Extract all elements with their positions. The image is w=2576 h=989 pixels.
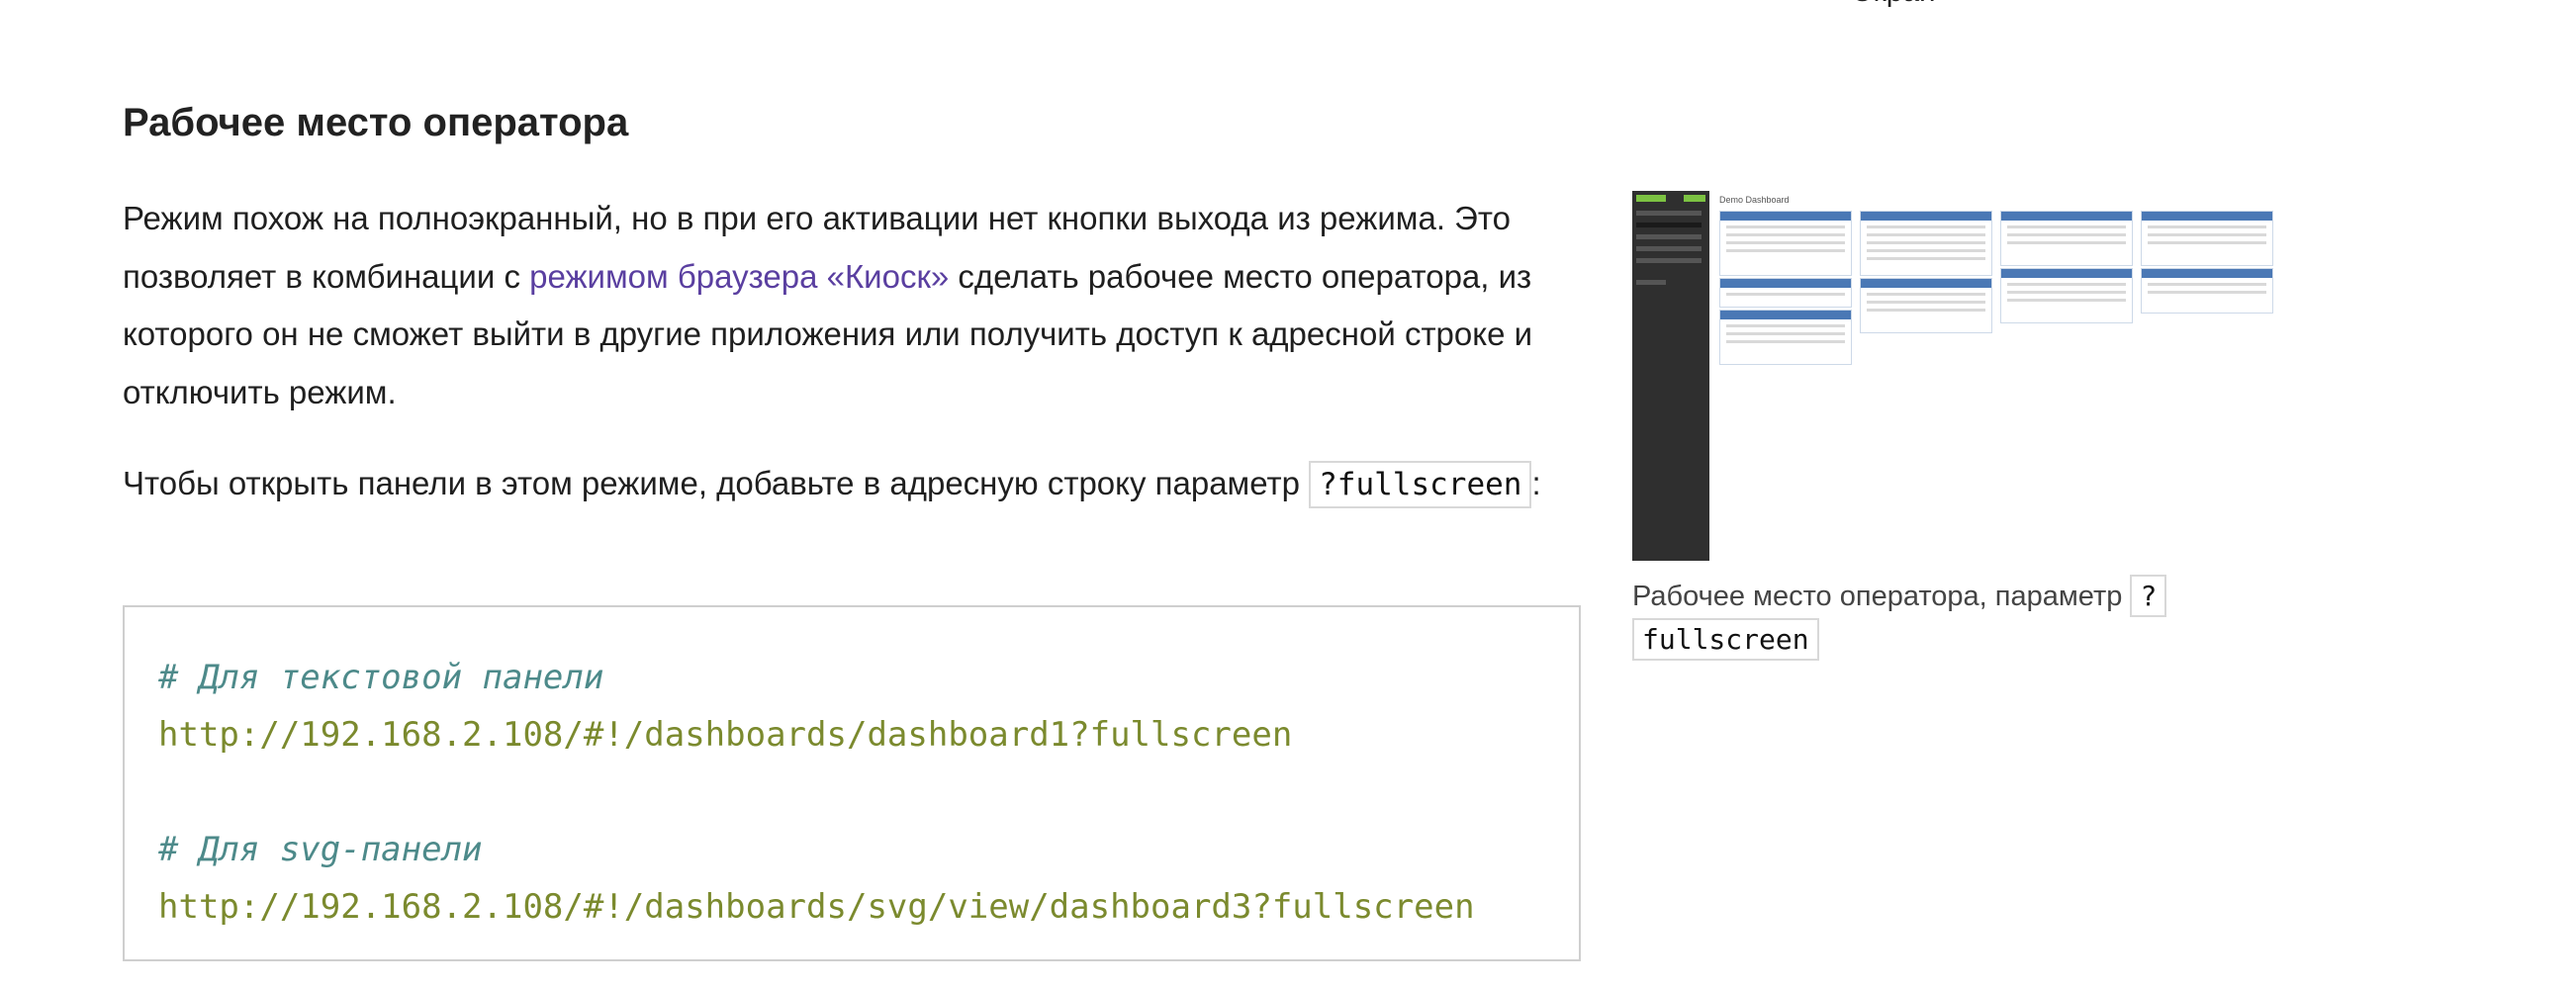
previous-caption-fragment: Экран	[1852, 0, 1936, 12]
thumbnail-panel	[1719, 278, 1852, 308]
thumbnail-nav-item	[1636, 280, 1666, 285]
thumbnail-panel	[1860, 278, 1992, 333]
thumbnail-panel	[2000, 211, 2133, 266]
thumbnail-panel	[1860, 211, 1992, 276]
thumbnail-nav-item	[1636, 246, 1702, 251]
thumbnail-panel	[1719, 310, 1852, 365]
caption-text: Рабочее место оператора, параметр	[1632, 581, 2131, 612]
code-block[interactable]: # Для текстовой панели http://192.168.2.…	[123, 605, 1581, 961]
operator-workstation-figure: Demo Dashboard Рабочее место оператора, …	[1632, 191, 2275, 662]
fullscreen-param-code: ?fullscreen	[1309, 461, 1532, 508]
thumbnail-logo-badge	[1684, 195, 1705, 202]
thumbnail-logo	[1636, 195, 1666, 202]
figure-caption: Рабочее место оператора, параметр ?fulls…	[1632, 575, 2226, 662]
thumbnail-panel	[1719, 211, 1852, 276]
instruction-suffix: :	[1531, 465, 1541, 501]
thumbnail-nav-item	[1636, 211, 1702, 216]
kiosk-mode-link[interactable]: режимом браузера «Киоск»	[529, 258, 949, 295]
instruction-text: Чтобы открыть панели в этом режиме, доба…	[123, 465, 1310, 501]
instruction-paragraph: Чтобы открыть панели в этом режиме, доба…	[123, 455, 1587, 514]
thumbnail-panel	[2000, 268, 2133, 323]
code-comment-text-panel: # Для текстовой панели	[158, 658, 604, 697]
thumbnail-nav-item	[1636, 223, 1702, 227]
thumbnail-nav-item	[1636, 258, 1702, 263]
section-heading: Рабочее место оператора	[123, 101, 629, 144]
intro-paragraph: Режим похож на полноэкранный, но в при е…	[123, 190, 1587, 421]
thumbnail-title: Demo Dashboard	[1719, 195, 1790, 205]
code-url-text-panel: http://192.168.2.108/#!/dashboards/dashb…	[158, 715, 1293, 755]
thumbnail-sidebar	[1632, 191, 1709, 561]
thumbnail-panel	[2141, 211, 2273, 266]
code-url-svg-panel: http://192.168.2.108/#!/dashboards/svg/v…	[158, 887, 1475, 927]
code-comment-svg-panel: # Для svg-панели	[158, 830, 483, 869]
dashboard-screenshot-thumbnail[interactable]: Demo Dashboard	[1632, 191, 2275, 561]
thumbnail-nav-item	[1636, 234, 1702, 239]
thumbnail-panel	[2141, 268, 2273, 314]
